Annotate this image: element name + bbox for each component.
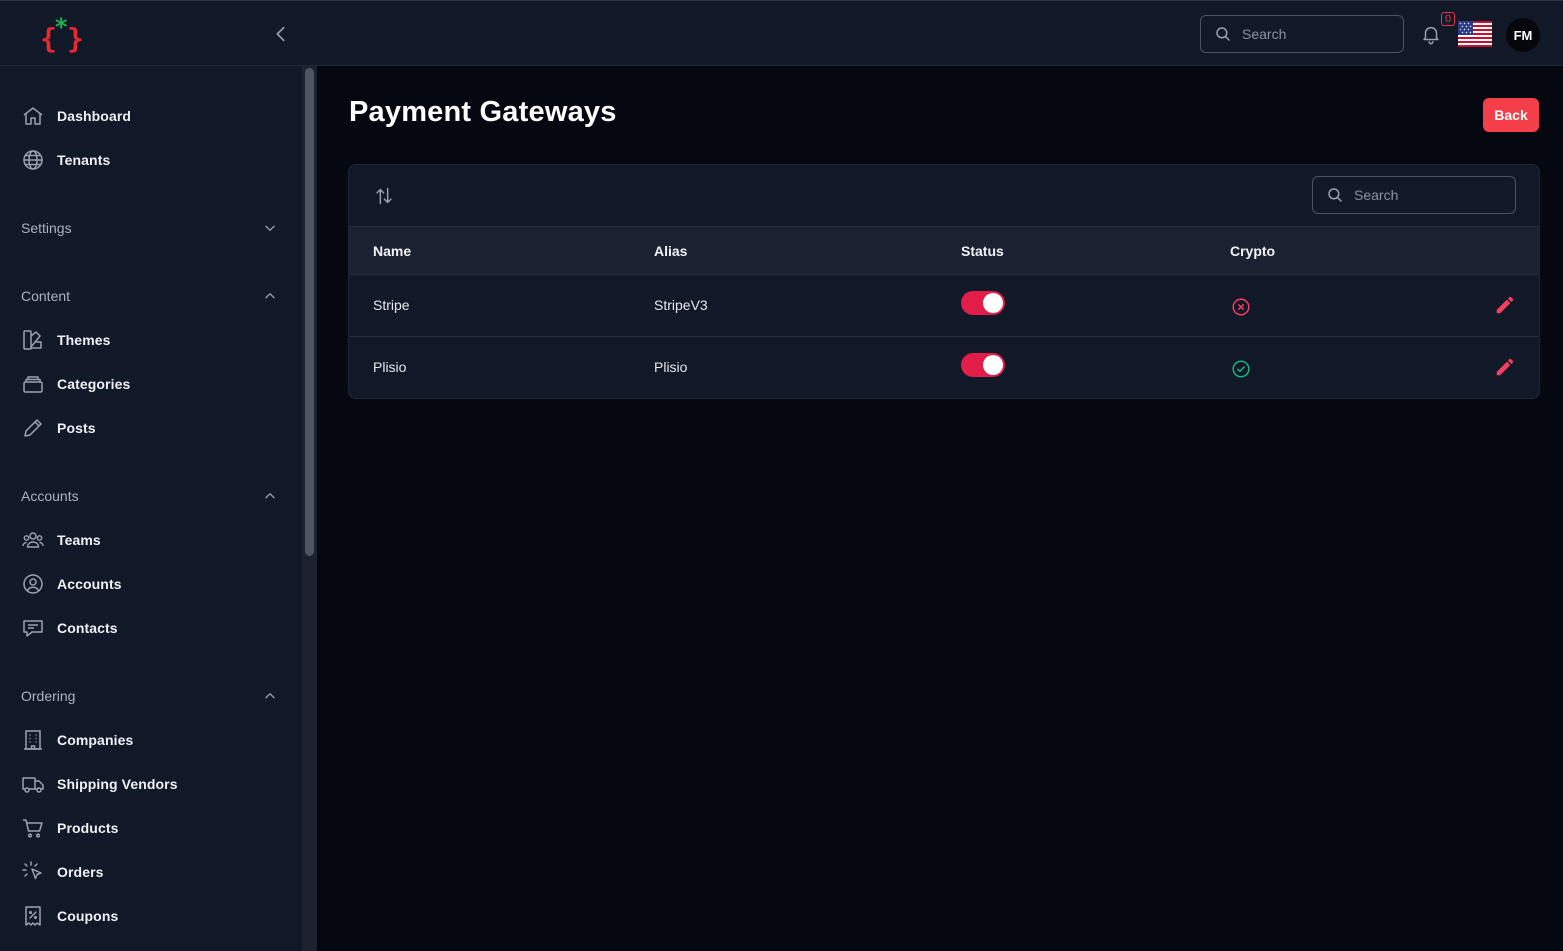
sidebar-item-shipping-vendors[interactable]: Shipping Vendors (20, 768, 282, 800)
top-search-input[interactable] (1242, 26, 1392, 42)
sidebar-item-teams[interactable]: Teams (20, 524, 282, 556)
page-title: Payment Gateways (349, 96, 617, 128)
table-row: Plisio Plisio (349, 337, 1539, 398)
swatch-icon (23, 330, 42, 350)
sidebar-item-label: Categories (57, 376, 131, 392)
check-circle-icon (1232, 360, 1250, 378)
search-icon (1328, 188, 1342, 202)
sidebar-item-accounts[interactable]: Accounts (20, 568, 282, 600)
top-search-box[interactable] (1200, 15, 1404, 53)
sidebar-item-label: Accounts (57, 576, 122, 592)
x-circle-icon (1232, 298, 1250, 316)
sidebar-item-label: Dashboard (57, 108, 132, 124)
bell-icon[interactable] (1420, 23, 1442, 45)
sidebar-group-label: Accounts (21, 488, 79, 504)
table-search-box[interactable] (1312, 176, 1516, 214)
chevron-up-icon (265, 493, 275, 499)
sidebar-item-posts[interactable]: Posts (20, 412, 282, 444)
sidebar-item-orders[interactable]: Orders (20, 856, 282, 888)
sidebar-item-categories[interactable]: Categories (20, 368, 282, 400)
column-header-crypto[interactable]: Crypto (1230, 243, 1275, 259)
chevron-up-icon (265, 693, 275, 699)
column-header-name[interactable]: Name (373, 243, 411, 259)
stack-icon (23, 376, 43, 393)
sidebar-group-accounts[interactable]: Accounts (21, 484, 277, 508)
sidebar-item-label: Contacts (57, 620, 118, 636)
chat-icon (23, 620, 43, 637)
users-group-icon (22, 532, 44, 548)
svg-text:}: } (67, 22, 84, 55)
gateway-alias: StripeV3 (654, 297, 708, 313)
building-icon (24, 730, 42, 750)
sidebar-item-label: Orders (57, 864, 104, 880)
sidebar-item-contacts[interactable]: Contacts (20, 612, 282, 644)
sidebar: Dashboard Tenants Settings Content Theme… (0, 66, 302, 951)
cursor-click-icon (22, 861, 42, 880)
sidebar-item-label: Products (57, 820, 119, 836)
sort-icon[interactable] (373, 185, 395, 207)
home-icon (23, 107, 43, 125)
toggle-knob (983, 293, 1003, 313)
edit-pencil-icon[interactable] (1494, 356, 1516, 378)
gateway-alias: Plisio (654, 359, 688, 375)
top-bar: { } * 0 (0, 0, 1563, 66)
chevron-down-icon (265, 225, 275, 231)
table-header: Name Alias Status Crypto (349, 226, 1539, 275)
sidebar-item-label: Coupons (57, 908, 119, 924)
sidebar-item-label: Teams (57, 532, 101, 548)
sidebar-group-label: Ordering (21, 688, 76, 704)
gateway-name: Stripe (373, 297, 410, 313)
payment-gateways-table-card: Name Alias Status Crypto Stripe StripeV3… (348, 164, 1540, 399)
chevron-up-icon (265, 293, 275, 299)
sidebar-item-dashboard[interactable]: Dashboard (20, 100, 282, 132)
sidebar-item-label: Shipping Vendors (57, 776, 178, 792)
sidebar-group-label: Content (21, 288, 71, 304)
table-row: Stripe StripeV3 (349, 275, 1539, 337)
back-button[interactable]: Back (1483, 98, 1539, 132)
sidebar-item-label: Tenants (57, 152, 111, 168)
sidebar-item-themes[interactable]: Themes (20, 324, 282, 356)
sidebar-group-ordering[interactable]: Ordering (21, 684, 277, 708)
sidebar-item-companies[interactable]: Companies (20, 724, 282, 756)
sidebar-group-label: Settings (21, 220, 72, 236)
table-search-input[interactable] (1354, 187, 1504, 203)
status-toggle[interactable] (961, 353, 1005, 377)
sidebar-item-tenants[interactable]: Tenants (20, 144, 282, 176)
sidebar-group-content[interactable]: Content (21, 284, 277, 308)
column-header-alias[interactable]: Alias (654, 243, 687, 259)
receipt-percent-icon (25, 906, 41, 926)
sidebar-item-label: Companies (57, 732, 134, 748)
user-avatar[interactable]: FM (1506, 18, 1540, 52)
sidebar-group-settings[interactable]: Settings (21, 216, 277, 240)
pencil-icon (24, 419, 42, 437)
user-circle-icon (23, 574, 43, 594)
table-toolbar (349, 165, 1539, 226)
search-icon (1216, 27, 1230, 41)
truck-icon (22, 777, 44, 793)
toggle-knob (983, 355, 1003, 375)
collapse-sidebar-icon[interactable] (270, 23, 292, 45)
column-header-status[interactable]: Status (961, 243, 1004, 259)
notification-count-badge: 0 (1441, 12, 1455, 26)
globe-icon (23, 150, 43, 170)
app-logo[interactable]: { } * (38, 13, 88, 55)
sidebar-item-products[interactable]: Products (20, 812, 282, 844)
sidebar-item-label: Themes (57, 332, 111, 348)
edit-pencil-icon[interactable] (1494, 294, 1516, 316)
gateway-name: Plisio (373, 359, 407, 375)
sidebar-item-coupons[interactable]: Coupons (20, 900, 282, 932)
us-flag-icon[interactable] (1458, 21, 1492, 47)
svg-text:*: * (54, 13, 68, 41)
sidebar-scrollbar-thumb[interactable] (305, 68, 314, 556)
sidebar-item-label: Posts (57, 420, 96, 436)
cart-icon (23, 819, 43, 838)
status-toggle[interactable] (961, 291, 1005, 315)
